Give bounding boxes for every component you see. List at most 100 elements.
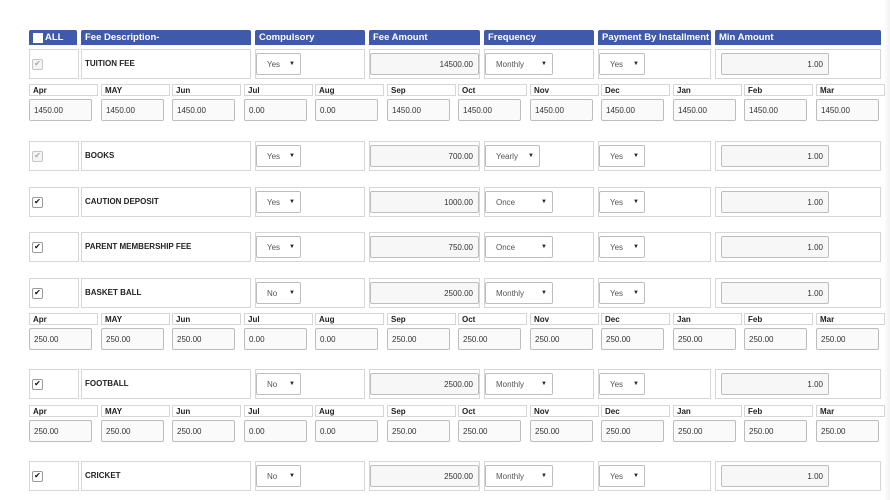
- installment-cell: Yes ▼: [598, 369, 711, 399]
- min-amount-input[interactable]: 1.00: [721, 373, 829, 395]
- month-amount-input[interactable]: 1450.00: [387, 99, 450, 121]
- month-amount-input[interactable]: 250.00: [458, 328, 521, 350]
- installment-select[interactable]: Yes ▼: [599, 145, 645, 167]
- chevron-down-icon: ▼: [289, 473, 295, 479]
- fee-select-checkbox[interactable]: ✔: [32, 470, 43, 482]
- month-amount-input[interactable]: 250.00: [816, 328, 879, 350]
- month-label: MAY: [101, 405, 170, 417]
- fee-amount-input[interactable]: 14500.00: [370, 53, 479, 75]
- month-amount-input[interactable]: 250.00: [530, 420, 593, 442]
- min-amount-value: 1.00: [807, 471, 823, 481]
- frequency-select[interactable]: Monthly ▼: [485, 53, 553, 75]
- month-amount-input[interactable]: 1450.00: [744, 99, 807, 121]
- month-amount-input[interactable]: 1450.00: [172, 99, 235, 121]
- installment-select[interactable]: Yes ▼: [599, 465, 645, 487]
- month-amount-input[interactable]: 250.00: [172, 420, 235, 442]
- frequency-select[interactable]: Monthly ▼: [485, 282, 553, 304]
- month-amount-input[interactable]: 0.00: [244, 420, 307, 442]
- fee-amount-value: 750.00: [448, 242, 473, 252]
- min-amount-value: 1.00: [807, 197, 823, 207]
- min-amount-input[interactable]: 1.00: [721, 53, 829, 75]
- month-amount-input[interactable]: 250.00: [816, 420, 879, 442]
- frequency-select[interactable]: Monthly ▼: [485, 373, 553, 395]
- month-amount-input[interactable]: 250.00: [29, 420, 92, 442]
- installment-select[interactable]: Yes ▼: [599, 282, 645, 304]
- month-amount-value: 0.00: [249, 426, 265, 436]
- frequency-select[interactable]: Monthly ▼: [485, 465, 553, 487]
- fee-select-checkbox[interactable]: ✔: [32, 150, 43, 162]
- month-amount-input[interactable]: 1450.00: [458, 99, 521, 121]
- compulsory-select[interactable]: Yes ▼: [256, 53, 301, 75]
- compulsory-select[interactable]: No ▼: [256, 282, 301, 304]
- min-amount-input[interactable]: 1.00: [721, 465, 829, 487]
- installment-value: Yes: [610, 151, 624, 161]
- frequency-value: Monthly: [496, 471, 525, 481]
- frequency-cell: Once ▼: [484, 187, 594, 217]
- fee-amount-input[interactable]: 750.00: [370, 236, 479, 258]
- compulsory-select[interactable]: Yes ▼: [256, 236, 301, 258]
- compulsory-select[interactable]: No ▼: [256, 373, 301, 395]
- installment-select[interactable]: Yes ▼: [599, 191, 645, 213]
- month-amount-input[interactable]: 0.00: [244, 99, 307, 121]
- header-fee-description: Fee Description-: [81, 30, 251, 45]
- month-amount-input[interactable]: 0.00: [315, 420, 378, 442]
- installment-select[interactable]: Yes ▼: [599, 53, 645, 75]
- min-amount-input[interactable]: 1.00: [721, 145, 829, 167]
- compulsory-select[interactable]: Yes ▼: [256, 191, 301, 213]
- month-amount-input[interactable]: 0.00: [244, 328, 307, 350]
- frequency-select[interactable]: Once ▼: [485, 236, 553, 258]
- month-amount-input[interactable]: 1450.00: [673, 99, 736, 121]
- month-amount-input[interactable]: 250.00: [101, 420, 164, 442]
- min-amount-input[interactable]: 1.00: [721, 236, 829, 258]
- month-amount-value: 250.00: [34, 334, 59, 344]
- chevron-down-icon: ▼: [633, 153, 639, 159]
- month-amount-input[interactable]: 250.00: [530, 328, 593, 350]
- fee-amount-input[interactable]: 2500.00: [370, 282, 479, 304]
- month-amount-input[interactable]: 250.00: [601, 420, 664, 442]
- fee-amount-input[interactable]: 2500.00: [370, 373, 479, 395]
- installment-value: Yes: [610, 59, 624, 69]
- month-amount-value: 250.00: [535, 334, 560, 344]
- fee-amount-input[interactable]: 1000.00: [370, 191, 479, 213]
- frequency-cell: Monthly ▼: [484, 49, 594, 79]
- installment-select[interactable]: Yes ▼: [599, 236, 645, 258]
- month-amount-input[interactable]: 250.00: [744, 420, 807, 442]
- month-amount-input[interactable]: 250.00: [601, 328, 664, 350]
- fee-select-checkbox[interactable]: ✔: [32, 58, 43, 70]
- fee-select-checkbox[interactable]: ✔: [32, 196, 43, 208]
- month-amount-input[interactable]: 1450.00: [601, 99, 664, 121]
- month-label: Apr: [29, 405, 98, 417]
- fee-amount-input[interactable]: 700.00: [370, 145, 479, 167]
- month-amount-input[interactable]: 1450.00: [530, 99, 593, 121]
- compulsory-select[interactable]: Yes ▼: [256, 145, 301, 167]
- fee-amount-input[interactable]: 2500.00: [370, 465, 479, 487]
- min-amount-input[interactable]: 1.00: [721, 191, 829, 213]
- month-amount-input[interactable]: 250.00: [101, 328, 164, 350]
- frequency-select[interactable]: Once ▼: [485, 191, 553, 213]
- installment-cell: Yes ▼: [598, 278, 711, 308]
- month-amount-input[interactable]: 250.00: [458, 420, 521, 442]
- min-amount-input[interactable]: 1.00: [721, 282, 829, 304]
- month-amount-input[interactable]: 250.00: [387, 328, 450, 350]
- installment-cell: Yes ▼: [598, 187, 711, 217]
- fee-select-checkbox[interactable]: ✔: [32, 287, 43, 299]
- select-all-checkbox[interactable]: [33, 32, 43, 43]
- month-amount-input[interactable]: 1450.00: [816, 99, 879, 121]
- month-amount-input[interactable]: 250.00: [673, 420, 736, 442]
- fee-select-checkbox[interactable]: ✔: [32, 378, 43, 390]
- month-amount-input[interactable]: 0.00: [315, 328, 378, 350]
- fee-select-checkbox[interactable]: ✔: [32, 241, 43, 253]
- month-amount-input[interactable]: 1450.00: [29, 99, 92, 121]
- month-amount-input[interactable]: 1450.00: [101, 99, 164, 121]
- frequency-select[interactable]: Yearly ▼: [485, 145, 540, 167]
- month-amount-input[interactable]: 250.00: [744, 328, 807, 350]
- month-amount-input[interactable]: 250.00: [673, 328, 736, 350]
- compulsory-select[interactable]: No ▼: [256, 465, 301, 487]
- header-all[interactable]: ALL: [29, 30, 77, 45]
- month-amount-input[interactable]: 250.00: [172, 328, 235, 350]
- installment-select[interactable]: Yes ▼: [599, 373, 645, 395]
- month-amount-input[interactable]: 250.00: [29, 328, 92, 350]
- header-min-amount: Min Amount: [715, 30, 881, 45]
- month-amount-input[interactable]: 0.00: [315, 99, 378, 121]
- month-amount-input[interactable]: 250.00: [387, 420, 450, 442]
